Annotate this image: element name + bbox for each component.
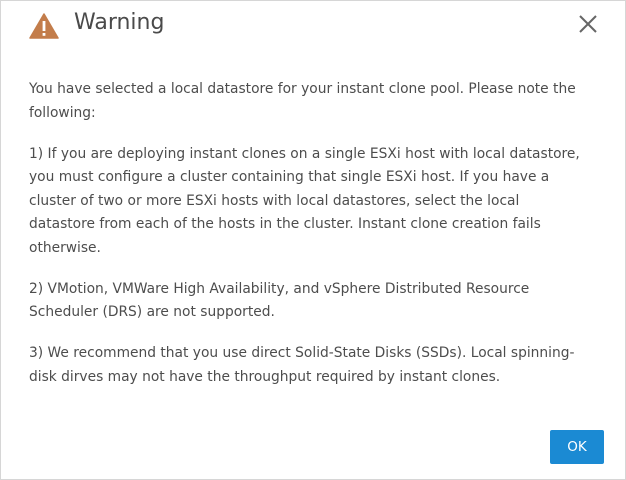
warning-dialog: Warning You have selected a local datast… — [0, 0, 626, 480]
message-paragraph-1: 1) If you are deploying instant clones o… — [29, 145, 580, 256]
message-paragraph-2: 2) VMotion, VMWare High Availability, an… — [29, 280, 530, 321]
message-paragraph-3: 3) We recommend that you use direct Soli… — [29, 345, 575, 385]
dialog-message: You have selected a local datastore for … — [29, 78, 589, 407]
message-paragraph-intro: You have selected a local datastore for … — [29, 81, 576, 121]
close-icon[interactable] — [577, 13, 599, 35]
warning-triangle-icon — [29, 13, 59, 39]
dialog-header: Warning — [1, 1, 625, 49]
ok-button[interactable]: OK — [550, 430, 604, 464]
dialog-title: Warning — [74, 10, 165, 35]
